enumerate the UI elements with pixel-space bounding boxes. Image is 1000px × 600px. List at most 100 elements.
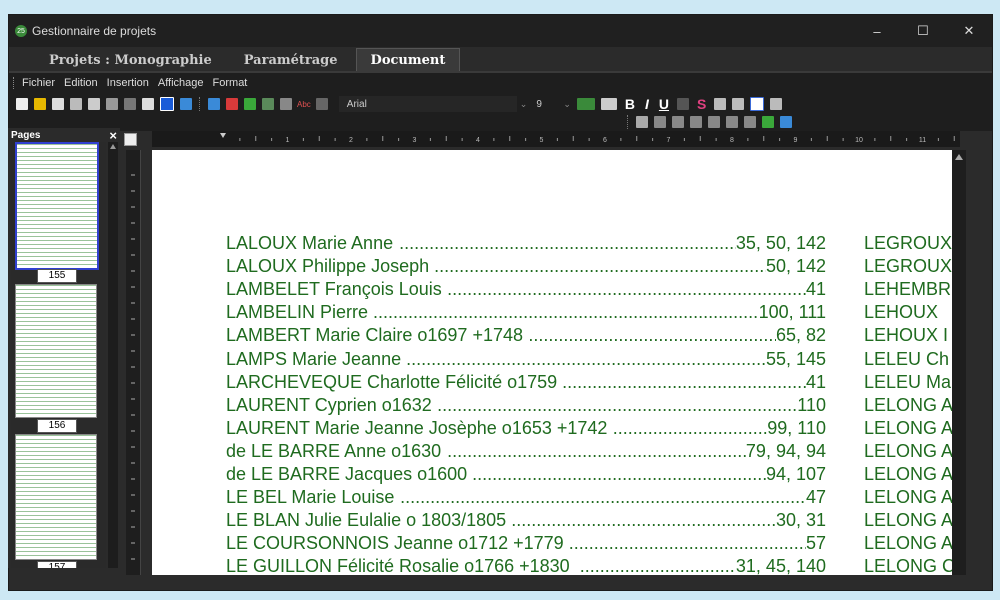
- index-entry-name: LAMPS Marie Jeanne: [226, 348, 402, 369]
- index-entry-right: LELONG A: [864, 464, 952, 484]
- print-icon[interactable]: [70, 98, 82, 110]
- horizontal-ruler[interactable]: 1 2 3 4 5 6 7 8 9 10 11: [152, 131, 960, 147]
- spell-check-icon[interactable]: [262, 98, 274, 110]
- new-document-icon[interactable]: [16, 98, 28, 110]
- maximize-button[interactable]: ☐: [900, 15, 946, 47]
- page-thumbnail[interactable]: [15, 284, 97, 418]
- table-delete-column-icon[interactable]: [708, 116, 720, 128]
- copy-format-icon[interactable]: [106, 98, 118, 110]
- document-page[interactable]: LALOUX Marie Anne.......................…: [152, 150, 952, 575]
- cut-icon[interactable]: [124, 98, 136, 110]
- font-name-select[interactable]: Arial: [338, 96, 517, 112]
- superscript-icon[interactable]: [677, 98, 690, 110]
- text-color-icon[interactable]: [600, 98, 617, 110]
- bold-button[interactable]: B: [625, 96, 635, 112]
- paste-icon[interactable]: [142, 98, 154, 110]
- table-insert-row-icon[interactable]: [654, 116, 666, 128]
- ruler-number: 7: [667, 137, 671, 144]
- table-delete-row-icon[interactable]: [672, 116, 684, 128]
- index-entry: LARCHEVEQUE Charlotte Félicité o1759....…: [226, 372, 826, 395]
- dot-leader: ........................................…: [612, 417, 768, 438]
- vertical-ruler[interactable]: [126, 150, 141, 575]
- table-insert-column-icon[interactable]: [690, 116, 702, 128]
- index-entry: LE GUILLON Félicité Rosalie o1766 +1830.…: [226, 556, 826, 575]
- index-entry-name: LAURENT Cyprien o1632: [226, 394, 432, 415]
- italic-button[interactable]: I: [645, 96, 649, 112]
- page-thumbnail[interactable]: [15, 142, 99, 270]
- index-entry-name: LE GUILLON Félicité Rosalie o1766 +1830: [226, 556, 570, 575]
- index-entry: LE COURSONNOIS Jeanne o1712 +1779.......…: [226, 533, 826, 556]
- insert-row-icon[interactable]: [208, 98, 220, 110]
- close-button[interactable]: ✕: [946, 15, 992, 47]
- index-entry: LAURENT Cyprien o1632...................…: [226, 395, 826, 418]
- minimize-button[interactable]: –: [854, 15, 900, 47]
- index-entry-right: LELONG A: [864, 487, 952, 508]
- menu-fichier[interactable]: Fichier: [22, 77, 55, 89]
- title-bar: 25 Gestionnaire de projets – ☐ ✕: [9, 15, 992, 47]
- font-size-select[interactable]: 9: [536, 99, 560, 110]
- page-thumbnail[interactable]: [15, 434, 97, 560]
- ruler-corner-button[interactable]: [124, 133, 137, 146]
- spelling-label[interactable]: Abc: [297, 100, 311, 109]
- tab-parametrage[interactable]: Paramétrage: [230, 49, 352, 71]
- ruler-number: 6: [603, 137, 607, 144]
- underline-button[interactable]: U: [659, 96, 669, 112]
- chevron-down-icon[interactable]: ⌄: [563, 99, 571, 110]
- scroll-up-icon[interactable]: [110, 144, 116, 149]
- index-entry-pages: 41: [805, 371, 826, 392]
- dot-leader: ........................................…: [447, 279, 806, 300]
- ruler-number: 3: [413, 137, 417, 144]
- save-icon[interactable]: [52, 98, 64, 110]
- table-merge-icon[interactable]: [726, 116, 738, 128]
- menu-format[interactable]: Format: [213, 77, 248, 89]
- highlight-color-icon[interactable]: [576, 98, 595, 110]
- strikethrough-button[interactable]: S: [697, 96, 706, 112]
- scroll-up-icon[interactable]: [955, 154, 963, 160]
- styles-icon[interactable]: [315, 98, 328, 110]
- thesaurus-icon[interactable]: [280, 98, 292, 110]
- table-properties-icon[interactable]: [762, 116, 774, 128]
- table-borders-icon[interactable]: [780, 116, 792, 128]
- columns-icon[interactable]: [160, 97, 174, 111]
- dot-leader: ........................................…: [400, 487, 806, 508]
- align-right-icon[interactable]: [750, 97, 765, 111]
- index-entry-pages: 30, 31: [775, 510, 826, 531]
- close-panel-icon[interactable]: ×: [109, 128, 117, 143]
- insert-image-icon[interactable]: [244, 98, 256, 110]
- tab-document[interactable]: Document: [355, 48, 461, 71]
- justify-icon[interactable]: [770, 98, 783, 110]
- document-scrollbar[interactable]: [952, 150, 966, 575]
- index-entry: LAMPS Marie Jeanne......................…: [226, 349, 826, 372]
- delete-icon[interactable]: [226, 98, 238, 110]
- index-entry-pages: 50, 142: [765, 256, 826, 277]
- ruler-number: 8: [730, 137, 734, 144]
- ruler-number: 5: [540, 137, 544, 144]
- index-entry-right: LEHEMBR: [864, 279, 952, 300]
- insert-table-icon[interactable]: [180, 98, 192, 110]
- index-entry: LE BEL Marie Louise.....................…: [226, 487, 826, 510]
- align-left-icon[interactable]: [714, 98, 727, 110]
- pages-scrollbar[interactable]: [108, 142, 118, 568]
- ruler-number: 9: [794, 137, 798, 144]
- index-entry-name: LAURENT Marie Jeanne Josèphe o1653 +1742: [226, 417, 608, 438]
- table-grid-icon[interactable]: [636, 116, 648, 128]
- ruler-indent-marker[interactable]: [220, 133, 226, 138]
- print-preview-icon[interactable]: [88, 98, 100, 110]
- index-entry-pages: 99, 110: [767, 417, 826, 438]
- align-center-icon[interactable]: [732, 98, 745, 110]
- toolbar-separator: [199, 97, 201, 111]
- tab-projets[interactable]: Projets : Monographie: [35, 49, 226, 71]
- index-entry-right: LEGROUX: [864, 233, 952, 253]
- index-entry-name: de LE BARRE Anne o1630: [226, 440, 442, 461]
- page-number-label: 156: [37, 419, 77, 433]
- index-entry-name: LE BEL Marie Louise: [226, 487, 395, 508]
- chevron-down-icon[interactable]: ⌄: [520, 99, 528, 110]
- page-number-label: 155: [37, 269, 77, 283]
- menu-edition[interactable]: Edition: [64, 77, 98, 89]
- open-folder-icon[interactable]: [34, 98, 46, 110]
- toolbar: Abc Arial ⌄ 9 ⌄ B I U S: [9, 93, 992, 131]
- index-entry-name: LAMBELET François Louis: [226, 279, 442, 300]
- menu-insertion[interactable]: Insertion: [107, 77, 149, 89]
- table-split-icon[interactable]: [744, 116, 756, 128]
- menu-affichage[interactable]: Affichage: [158, 77, 204, 89]
